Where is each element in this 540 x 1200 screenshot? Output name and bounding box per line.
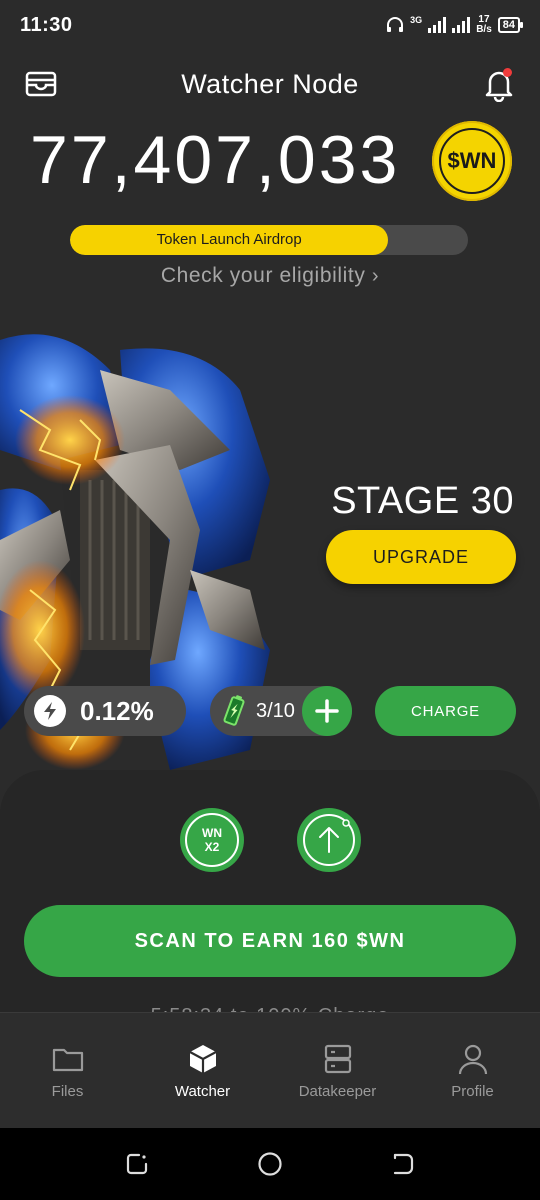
wn-x2-badge: WN X2 xyxy=(185,813,239,867)
chevron-right-icon: › xyxy=(371,265,380,287)
user-icon xyxy=(458,1044,487,1075)
recent-apps-icon xyxy=(126,1153,147,1175)
wn-x2-line2: X2 xyxy=(204,840,220,854)
token-balance: 77,407,033 xyxy=(30,122,401,198)
network-type-label: 3G xyxy=(410,15,423,25)
battery-indicator: 84 xyxy=(497,17,524,33)
net-speed: 17 B/s xyxy=(476,15,492,35)
status-indicators: 3G 17 B/s 84 xyxy=(386,15,524,35)
airdrop-progress-bar[interactable]: Token Launch Airdrop xyxy=(70,225,468,255)
wn-x2-line1: WN xyxy=(202,826,222,840)
notifications-button[interactable] xyxy=(482,66,516,103)
page-title: Watcher Node xyxy=(181,68,359,99)
nav-item-watcher[interactable]: Watcher xyxy=(135,1013,270,1128)
bottom-nav: Files Watcher Datakeeper Profile xyxy=(0,1012,540,1128)
mining-rate-pill: 0.12% xyxy=(24,686,186,736)
mining-rate-value: 0.12% xyxy=(80,695,154,726)
wn-coin-logo: $WN xyxy=(432,121,512,201)
plus-icon xyxy=(315,699,339,723)
system-nav-bar xyxy=(0,1128,540,1200)
back-icon xyxy=(394,1153,414,1175)
wallet-button[interactable] xyxy=(24,68,58,100)
signal-icon xyxy=(428,17,447,33)
upgrade-button[interactable]: UPGRADE xyxy=(326,530,516,584)
battery-charge-icon xyxy=(223,695,245,726)
stage-title: STAGE 30 xyxy=(331,480,514,522)
nav-item-datakeeper[interactable]: Datakeeper xyxy=(270,1013,405,1128)
add-charge-button[interactable] xyxy=(302,686,352,736)
signal-icon-2 xyxy=(452,17,471,33)
folder-icon xyxy=(52,1048,83,1072)
charge-button[interactable]: CHARGE xyxy=(375,686,516,736)
net-speed-unit: B/s xyxy=(476,24,492,35)
status-time: 11:30 xyxy=(20,13,73,36)
action-sheet xyxy=(0,770,540,1030)
eligibility-link-text: Check your eligibility xyxy=(160,264,366,287)
wallet-icon xyxy=(25,71,57,97)
charges-pill: 3/10 xyxy=(210,686,352,736)
nav-label-watcher: Watcher xyxy=(174,1083,231,1100)
recent-apps-button[interactable] xyxy=(122,1149,152,1179)
arrow-up-circle-icon xyxy=(303,814,355,866)
server-icon xyxy=(324,1044,351,1074)
status-bar: 11:30 3G 17 B/s 84 xyxy=(0,0,540,50)
scan-to-earn-button[interactable]: SCAN TO EARN 160 $WN xyxy=(24,905,516,977)
boost-up-button[interactable] xyxy=(297,808,361,872)
wn-coin-label: $WN xyxy=(439,128,505,194)
headphones-icon xyxy=(387,17,404,32)
app-header: Watcher Node xyxy=(0,58,540,110)
cube-icon xyxy=(188,1045,217,1073)
eligibility-link[interactable]: Check your eligibility › xyxy=(0,264,540,288)
nav-item-files[interactable]: Files xyxy=(0,1013,135,1128)
nav-label-files: Files xyxy=(51,1083,84,1100)
airdrop-progress-label: Token Launch Airdrop xyxy=(156,231,302,248)
notification-badge xyxy=(503,68,512,77)
nav-label-datakeeper: Datakeeper xyxy=(298,1083,377,1100)
home-button[interactable] xyxy=(255,1149,285,1179)
back-button[interactable] xyxy=(388,1149,418,1179)
charges-count: 3/10 xyxy=(256,699,295,722)
nav-item-profile[interactable]: Profile xyxy=(405,1013,540,1128)
bolt-icon xyxy=(34,695,66,727)
nav-label-profile: Profile xyxy=(451,1083,494,1100)
home-circle-icon xyxy=(258,1152,282,1176)
wn-x2-boost-button[interactable]: WN X2 xyxy=(180,808,244,872)
